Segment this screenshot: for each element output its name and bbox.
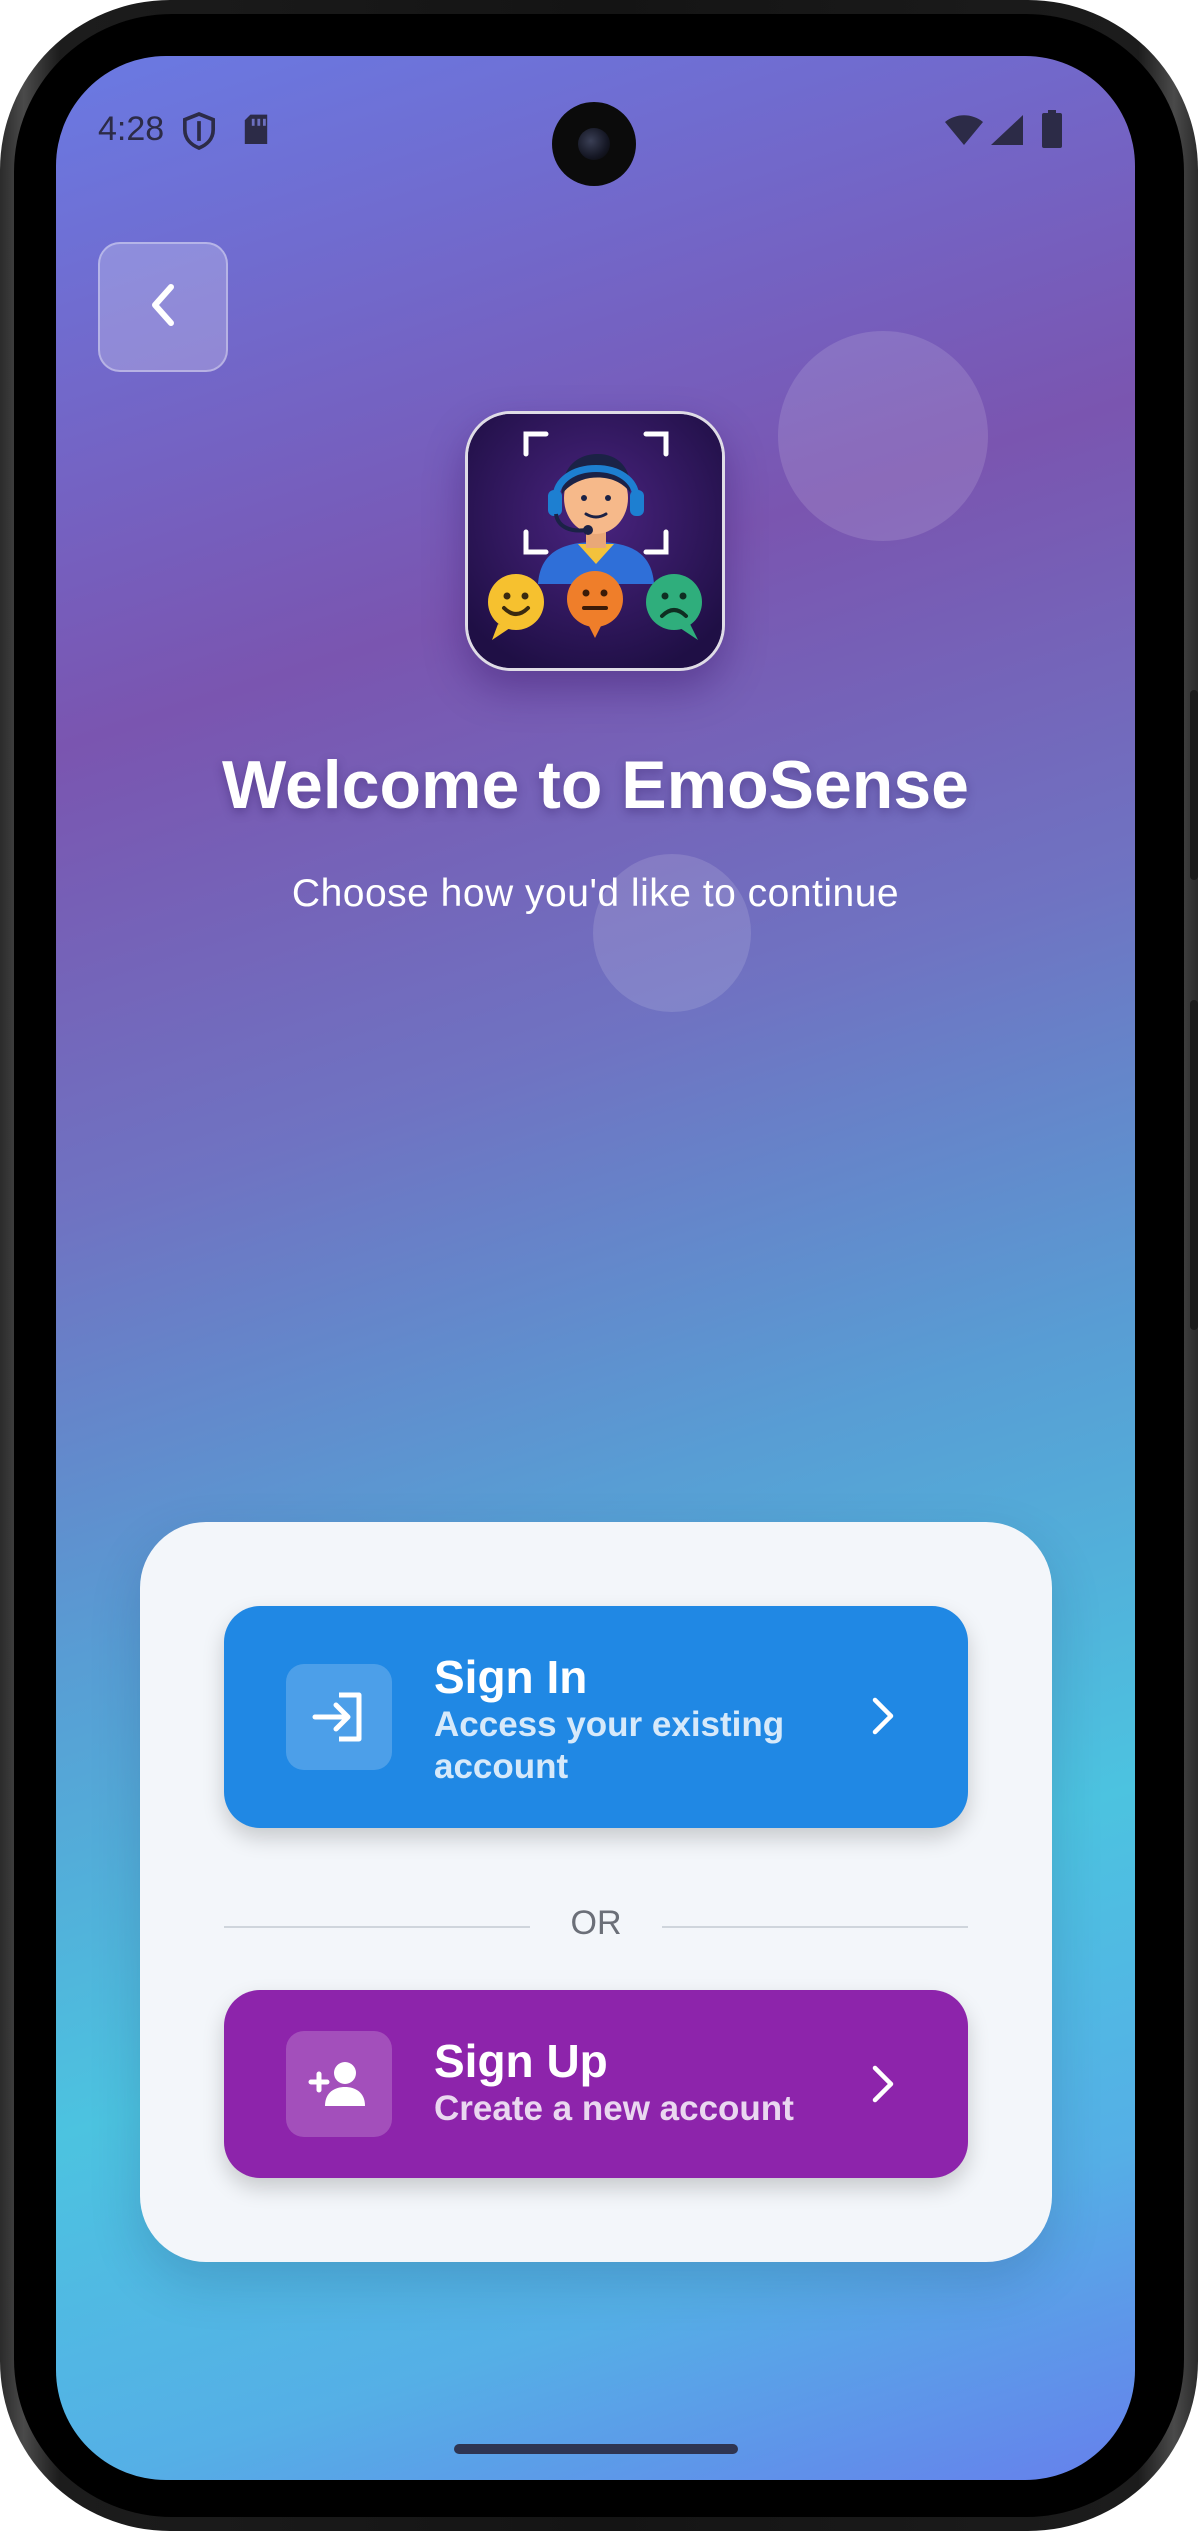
add-person-icon [286,2031,392,2137]
back-button[interactable] [98,242,228,372]
page-subtitle: Choose how you'd like to continue [291,872,900,915]
sign-up-subtitle: Create a new account [434,2089,794,2128]
status-time: 4:28 [98,110,165,148]
page-title: Welcome to EmoSense [222,747,969,823]
sign-in-title: Sign In [434,1651,588,1703]
auth-options-card: Sign In Access your existing account OR [140,1522,1052,2262]
or-label: OR [570,1904,622,1942]
login-icon [286,1664,392,1770]
decorative-circle [778,331,988,541]
emosense-logo-icon [468,414,722,668]
sign-up-button[interactable]: Sign Up Create a new account [224,1990,968,2178]
sign-in-subtitle: Access your existing account [434,1705,785,1786]
app-logo [465,411,725,671]
front-camera [552,102,636,186]
sd-card-icon [242,113,270,152]
chevron-right-icon [870,2064,896,2109]
wifi-icon [944,114,984,151]
or-divider: OR [224,1902,968,1952]
signal-icon [990,114,1024,151]
shield-icon [182,112,216,155]
sign-in-button[interactable]: Sign In Access your existing account [224,1606,968,1828]
chevron-left-icon [143,281,183,334]
battery-icon [1042,110,1062,153]
chevron-right-icon [870,1696,896,1741]
sign-up-title: Sign Up [434,2035,608,2087]
app-screen: 4:28 Welcome to EmoSense Choose how you'… [56,56,1135,2480]
home-indicator[interactable] [454,2444,738,2454]
